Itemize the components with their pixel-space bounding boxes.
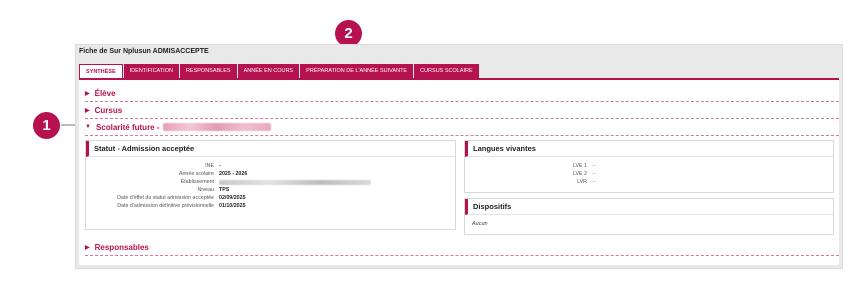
date-admission-value: 01/10/2025 xyxy=(219,203,246,209)
lvr-label: LVR xyxy=(577,179,587,185)
dispositifs-panel: Dispositifs Aucun xyxy=(464,198,834,235)
section-eleve-label: Élève xyxy=(94,88,116,98)
page: 2 1 Fiche de Sur Nplusun ADMISACCEPTE SY… xyxy=(0,0,857,286)
section-scolarite-future[interactable]: ▼ Scolarité future - xyxy=(85,120,839,134)
annee-scolaire-label: Année scolaire xyxy=(178,171,214,177)
lvr-value: - xyxy=(593,179,595,185)
section-responsables-label: Responsables xyxy=(94,242,149,252)
redacted-school-name xyxy=(162,123,271,131)
niveau-value: TPS xyxy=(219,187,230,193)
triangle-down-icon: ▼ xyxy=(85,124,91,130)
ine-value: - xyxy=(219,163,221,169)
lve1-value: - xyxy=(593,163,595,169)
tab-responsables[interactable]: RESPONSABLES xyxy=(179,64,237,78)
redacted-etablissement xyxy=(219,180,371,185)
section-cursus-label: Cursus xyxy=(94,105,123,115)
tab-preparation-annee-suivante[interactable]: PRÉPARATION DE L'ANNÉE SUIVANTE xyxy=(300,64,414,78)
tab-annee-en-cours[interactable]: ANNÉE EN COURS xyxy=(237,64,300,78)
langues-panel-title: Langues vivantes xyxy=(465,141,833,157)
statut-panel: Statut - Admission acceptée INE - Année … xyxy=(85,140,456,230)
dispositifs-panel-title: Dispositifs xyxy=(465,199,833,215)
tab-synthese[interactable]: SYNTHÈSE xyxy=(79,64,123,78)
student-record-frame: Fiche de Sur Nplusun ADMISACCEPTE SYNTHÈ… xyxy=(75,44,843,269)
date-effet-value: 02/09/2025 xyxy=(219,195,246,201)
divider xyxy=(85,118,839,119)
triangle-right-icon: ▶ xyxy=(85,107,90,114)
divider xyxy=(85,101,839,102)
langues-details: LVE 1 - LVE 2 - LVR - xyxy=(465,157,835,194)
section-cursus[interactable]: ▶ Cursus xyxy=(85,103,839,117)
triangle-right-icon: ▶ xyxy=(85,244,90,251)
tab-bar: SYNTHÈSE IDENTIFICATION RESPONSABLES ANN… xyxy=(79,64,479,78)
ine-label: INE xyxy=(205,163,214,169)
callout-badge-2: 2 xyxy=(335,20,362,47)
record-title: Fiche de Sur Nplusun ADMISACCEPTE xyxy=(79,48,209,55)
date-admission-label: Date d'admission définitive prévisionnel… xyxy=(117,203,214,209)
section-responsables[interactable]: ▶ Responsables xyxy=(85,240,839,254)
section-scolarite-future-label: Scolarité future - xyxy=(95,122,160,132)
dispositifs-value: Aucun xyxy=(472,221,488,227)
etablissement-label: Établissement xyxy=(180,179,214,185)
triangle-right-icon: ▶ xyxy=(85,90,90,97)
divider xyxy=(85,255,839,256)
tab-cursus-scolaire[interactable]: CURSUS SCOLAIRE xyxy=(414,64,479,78)
date-effet-label: Date d'effet du statut admission accepté… xyxy=(117,195,214,201)
section-eleve[interactable]: ▶ Élève xyxy=(85,86,839,100)
callout-badge-1: 1 xyxy=(33,112,60,139)
langues-panel: Langues vivantes LVE 1 - LVE 2 - LVR - xyxy=(464,140,834,193)
synthese-content: ▶ Élève ▶ Cursus ▼ Scolarité future - St… xyxy=(79,78,839,265)
statut-panel-title: Statut - Admission acceptée xyxy=(86,141,455,157)
tab-identification[interactable]: IDENTIFICATION xyxy=(123,64,179,78)
niveau-label: Niveau xyxy=(197,187,215,193)
annee-scolaire-value: 2025 - 2026 xyxy=(219,171,248,177)
divider xyxy=(85,135,839,136)
lve2-label: LVE 2 xyxy=(572,171,587,177)
lve2-value: - xyxy=(593,171,595,177)
statut-details: INE - Année scolaire 2025 - 2026 Établis… xyxy=(86,157,457,231)
lve1-label: LVE 1 xyxy=(572,163,587,169)
